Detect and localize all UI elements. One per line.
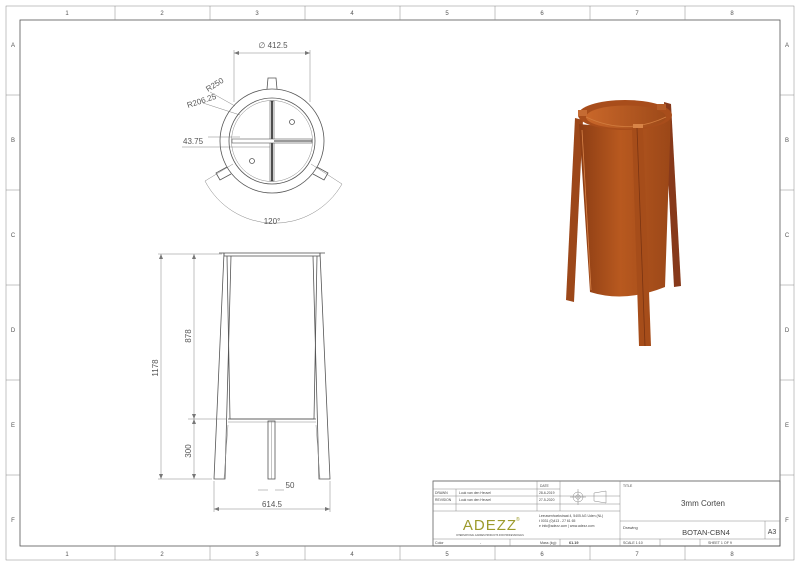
isometric-render [566,100,681,347]
adezz-logo: ADEZZ [463,517,517,534]
radius-outer-label: R250 [204,76,225,94]
drawn-label: DRAWN [435,491,448,495]
body-outline [226,255,318,420]
scale: SCALE 1:10 [623,541,643,545]
row-label-right: C [785,233,790,239]
col-label-top: 5 [445,11,449,17]
front-view: 1178 878 300 614.5 50 [151,252,331,512]
revision-by: Luuk van den Heuvel [459,498,491,502]
col-label-bottom: 1 [65,552,69,558]
color-label: Color [435,541,444,545]
row-label-right: D [785,328,790,334]
radius-inner-label: R206.25 [186,92,218,110]
drawing-label: Drawing [623,525,638,530]
diameter-label: ∅ 412.5 [258,41,288,50]
address-line-2: t 0031 (0)413 - 27 61 65 [539,519,575,523]
row-label-left: D [11,328,16,334]
top-view: ∅ 412.5 R250 R206.25 43.75 120° [182,41,343,226]
mass-value: 61.19 [569,541,579,545]
col-label-top: 3 [255,11,259,17]
col-label-top: 6 [540,11,544,17]
row-label-left: A [11,43,15,49]
col-label-top: 8 [730,11,734,17]
overall-width-label: 614.5 [262,500,283,509]
leg-height-label: 300 [184,444,193,458]
sheet-number: SHEET 1 OF 9 [708,541,732,545]
logo-mark-icon: ® [516,516,520,523]
title-block: DATE DRAWN Luuk van den Heuvel 28-6-2019… [432,480,781,547]
right-leg [312,252,331,480]
inner-border [19,19,781,547]
col-label-top: 4 [350,11,354,17]
col-label-top: 1 [65,11,69,17]
projection-symbol-icon [570,489,607,505]
address-line-1: Leeuwenhoekstraat 4, 5405 AG Uden (NL) [539,514,603,518]
row-label-left: C [11,233,16,239]
total-height-label: 1178 [151,359,160,377]
col-label-bottom: 8 [730,552,734,558]
planter-body [579,112,671,297]
col-label-bottom: 3 [255,552,259,558]
mass-label: Mass (kg): [540,541,557,545]
leg-width-label: 50 [286,481,295,490]
row-label-right: F [785,518,789,524]
row-label-left: B [11,138,15,144]
revision-date: 27-5-2020 [539,498,555,502]
angle-leader [310,163,343,185]
row-label-left: E [11,423,15,429]
col-label-bottom: 4 [350,552,354,558]
drain-hole [289,119,295,125]
rim-tab-right [657,104,666,110]
revision-label: REVISION [435,498,452,502]
top-rim [223,252,321,257]
rim-tab-left [578,110,587,116]
row-label-right: A [785,43,789,49]
address-line-3: e info@adezz.com | www.adezz.com [539,524,595,528]
col-label-top: 2 [160,11,164,17]
title-value: 3mm Corten [681,499,725,508]
left-leg [213,252,232,480]
row-label-right: B [785,138,789,144]
sheet-size: A3 [768,529,777,536]
body-height-label: 878 [184,329,193,343]
row-label-left: F [11,518,15,524]
drawn-date: 28-6-2019 [539,491,555,495]
drain-hole [249,158,255,164]
angle-label: 120° [264,217,281,226]
col-label-top: 7 [635,11,639,17]
col-label-bottom: 5 [445,552,449,558]
col-label-bottom: 6 [540,552,544,558]
drawing-number: BOTAN-CBN4 [682,528,730,537]
logo-tagline: INTERNATIONAL GARDEN PRODUCTS FOR PROFES… [456,534,524,537]
technical-drawing: 1 2 3 4 5 6 7 8 1 2 3 4 5 6 7 8 A B C D … [5,5,795,561]
drawn-by: Luuk van den Heuvel [459,491,491,495]
col-label-bottom: 2 [160,552,164,558]
top-tab [266,77,278,90]
date-header: DATE [540,484,550,488]
color-value: - [480,541,482,545]
offset-label: 43.75 [183,137,204,146]
left-tab [215,166,232,181]
title-label: TITLE [623,484,633,488]
row-label-right: E [785,423,789,429]
rim-opening [586,105,666,129]
col-label-bottom: 7 [635,552,639,558]
drawing-sheet: 1 2 3 4 5 6 7 8 1 2 3 4 5 6 7 8 A B C D … [0,0,800,566]
